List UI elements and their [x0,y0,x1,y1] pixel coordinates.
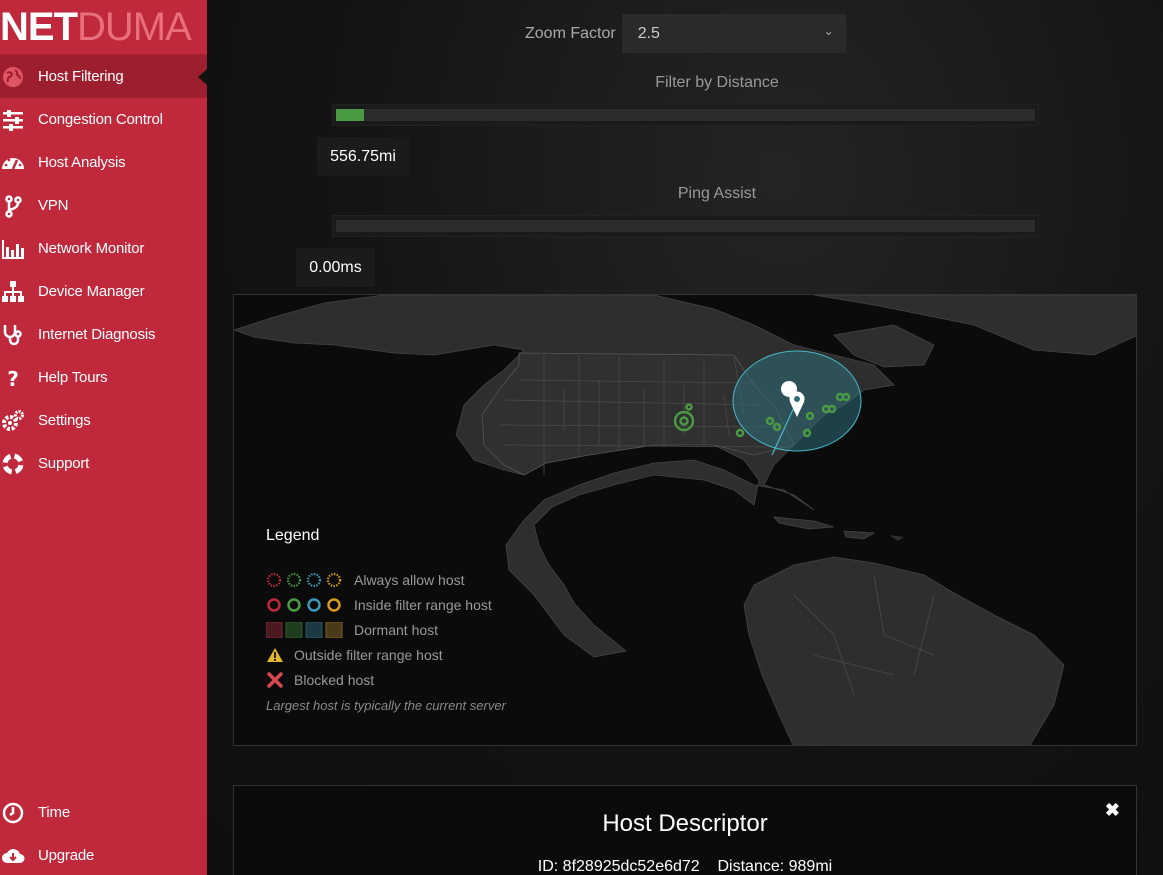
gears-icon [0,408,26,434]
ping-slider[interactable] [332,215,1039,237]
nav-label: Settings [38,412,91,429]
blocked-x-icon [266,671,284,688]
clock-icon [0,800,26,826]
ping-assist-label: Ping Assist [677,185,757,202]
nav-host-analysis[interactable]: Host Analysis [0,141,207,184]
nav-settings[interactable]: Settings [0,399,207,442]
nav-vpn[interactable]: VPN [0,184,207,227]
host-info-row: ID: 8f28925dc52e6d72 Distance: 989mi [234,858,1136,875]
sidebar: NET DUMA Host Filtering Congestion Contro… [0,0,207,875]
legend-note: Largest host is typically the current se… [266,698,506,713]
ping-value: 0.00ms [296,248,375,287]
nav-label: Upgrade [38,847,95,864]
lifebuoy-icon [0,451,26,477]
host-id: ID: 8f28925dc52e6d72 [537,858,700,875]
legend-label: Inside filter range host [354,596,492,613]
nav-internet-diagnosis[interactable]: Internet Diagnosis [0,313,207,356]
dormant-icons [266,621,344,638]
sliders-icon [0,107,26,133]
legend-blocked: Blocked host [266,667,506,692]
host-descriptor-title: Host Descriptor [602,810,768,837]
nav-help-tours[interactable]: ? Help Tours [0,356,207,399]
legend-label: Dormant host [354,621,439,638]
globe-icon [0,64,26,90]
warning-icon [266,647,284,663]
bar-chart-icon [0,236,26,262]
close-icon[interactable]: ✖ [1105,800,1120,821]
host-distance: Distance: 989mi [717,858,833,875]
legend-always-allow: Always allow host [266,567,506,592]
nav-network-monitor[interactable]: Network Monitor [0,227,207,270]
distance-value: 556.75mi [317,137,409,176]
legend-title: Legend [266,527,320,544]
filter-distance-label: Filter by Distance [655,74,779,91]
zoom-factor-label: Zoom Factor [525,24,616,42]
zoom-factor-select[interactable]: 2.5 ⌄ [621,14,846,53]
zoom-factor-value: 2.5 [637,24,660,42]
legend-inside-range: Inside filter range host [266,592,506,617]
question-icon: ? [0,365,26,391]
distance-slider-track [336,109,1035,121]
nav-label: Host Analysis [38,154,126,171]
logo-net: NET [0,4,78,49]
distance-slider[interactable] [332,104,1039,126]
nav-support[interactable]: Support [0,442,207,485]
nav-time[interactable]: Time [0,791,207,834]
nav-device-manager[interactable]: Device Manager [0,270,207,313]
branch-icon [0,193,26,219]
main-content: Zoom Factor 2.5 ⌄ Filter by Distance 556… [207,0,1163,875]
nav-label: Internet Diagnosis [38,326,156,343]
legend-outside-range: Outside filter range host [266,642,506,667]
legend-label: Always allow host [354,571,465,588]
nav-label: Help Tours [38,369,108,386]
legend-label: Blocked host [294,671,375,688]
nav-label: Network Monitor [38,240,145,257]
nav-upgrade[interactable]: Upgrade [0,834,207,875]
nav-label: Congestion Control [38,111,163,128]
nav-label: Host Filtering [38,68,124,85]
nav-label: Time [38,804,70,821]
stethoscope-icon [0,322,26,348]
ping-slider-track [336,220,1035,232]
nav-host-filtering[interactable]: Host Filtering [0,55,207,98]
host-map[interactable]: Legend Always allow host Inside filter r… [233,294,1137,746]
logo-duma: DUMA [77,4,192,49]
cloud-download-icon [0,843,26,869]
nav-label: Device Manager [38,283,145,300]
always-allow-icons [266,572,344,588]
legend-label: Outside filter range host [294,646,443,663]
legend-dormant: Dormant host [266,617,506,642]
chevron-down-icon: ⌄ [823,24,834,38]
netduma-logo: NET DUMA [0,0,207,55]
svg-text:?: ? [7,367,19,390]
host-descriptor-panel: Host Descriptor ✖ ID: 8f28925dc52e6d72 D… [233,785,1137,875]
zoom-factor-row: Zoom Factor 2.5 ⌄ [525,14,846,53]
inside-range-icons [266,597,344,613]
nav-label: VPN [38,197,69,214]
nav-label: Support [38,455,90,472]
nav-congestion-control[interactable]: Congestion Control [0,98,207,141]
distance-slider-fill[interactable] [336,109,364,121]
gauge-icon [0,150,26,176]
map-legend: Legend Always allow host Inside filter r… [266,527,506,713]
network-tree-icon [0,279,26,305]
